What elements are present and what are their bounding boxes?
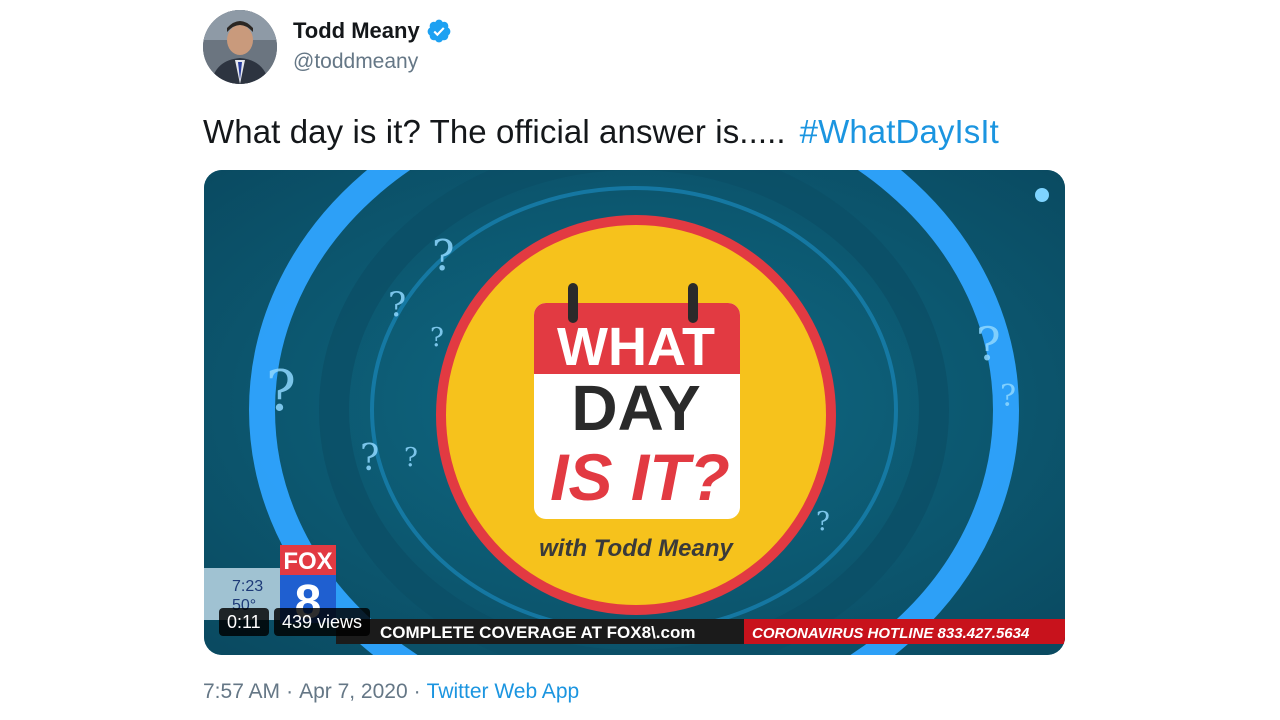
tweet-meta: 7:57 AM · Apr 7, 2020 · Twitter Web App [203, 680, 579, 704]
video-frame: ? ? ? ? ? ? ? ? ? WHAT DAY IS IT? with T… [204, 170, 1065, 655]
svg-text:?: ? [432, 231, 455, 280]
tweet-text: What day is it? The official answer is..… [203, 113, 999, 151]
logo-line-2: DAY [571, 372, 700, 444]
svg-text:?: ? [1000, 379, 1016, 414]
avatar[interactable] [203, 10, 277, 84]
tweet-body: What day is it? The official answer is..… [203, 113, 786, 150]
ticker-right: CORONAVIRUS HOTLINE 833.427.5634 [752, 625, 1030, 642]
author-name-row[interactable]: Todd Meany [293, 18, 452, 44]
video-views: 439 views [274, 608, 371, 636]
tweet-time[interactable]: 7:57 AM [203, 680, 280, 703]
svg-text:?: ? [430, 323, 444, 353]
svg-text:?: ? [816, 507, 830, 537]
avatar-image [203, 10, 277, 84]
verified-badge-icon [427, 19, 451, 43]
svg-text:?: ? [360, 438, 379, 479]
author-name[interactable]: Todd Meany [293, 18, 420, 44]
video-elapsed: 0:11 [219, 608, 269, 636]
hashtag-link[interactable]: #WhatDayIsIt [800, 113, 999, 150]
svg-text:?: ? [976, 317, 1001, 371]
ticker-left: COMPLETE COVERAGE AT FOX8\.com [380, 623, 695, 642]
tweet-source[interactable]: Twitter Web App [427, 680, 580, 703]
svg-text:?: ? [404, 443, 418, 473]
svg-text:?: ? [266, 359, 296, 424]
station-time: 7:23 [232, 578, 263, 595]
logo-byline: with Todd Meany [539, 535, 734, 562]
separator-dot: · [286, 680, 294, 703]
video-player[interactable]: ? ? ? ? ? ? ? ? ? WHAT DAY IS IT? with T… [204, 170, 1065, 655]
author-handle[interactable]: @toddmeany [293, 50, 418, 74]
separator-dot: · [413, 680, 421, 703]
svg-text:?: ? [388, 285, 406, 325]
tweet-date[interactable]: Apr 7, 2020 [299, 680, 408, 703]
logo-line-3: IS IT? [550, 440, 730, 514]
logo-line-1: WHAT [557, 317, 715, 377]
glow-dot [1035, 188, 1049, 202]
fox-network: FOX [283, 548, 332, 575]
